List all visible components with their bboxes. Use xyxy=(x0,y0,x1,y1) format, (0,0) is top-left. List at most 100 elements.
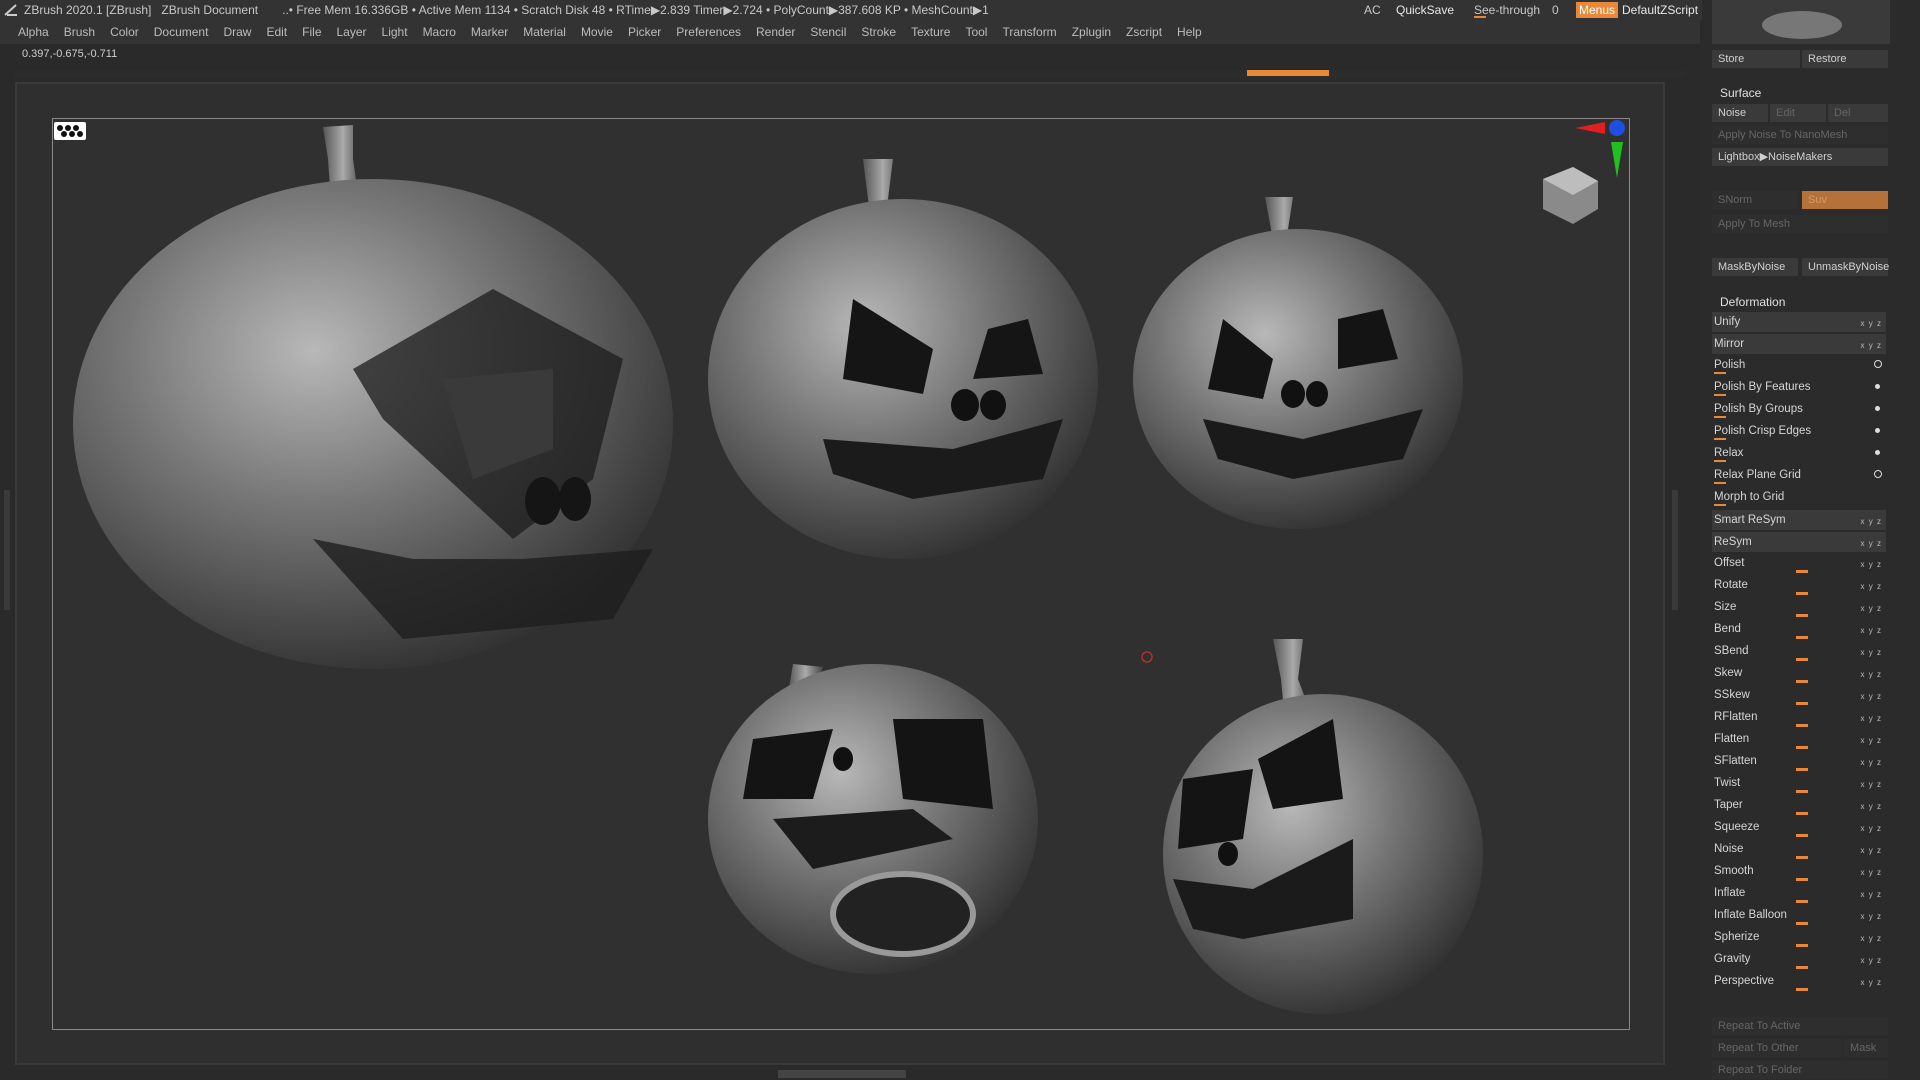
menu-help[interactable]: Help xyxy=(1177,25,1202,39)
repeat-to-other-button[interactable]: Repeat To Other xyxy=(1712,1039,1842,1057)
noise-button[interactable]: Noise xyxy=(1712,104,1768,122)
menu-marker[interactable]: Marker xyxy=(471,25,508,39)
toggle-dot-icon[interactable] xyxy=(1875,384,1880,389)
pumpkin-models[interactable] xyxy=(53,119,1629,1029)
menu-movie[interactable]: Movie xyxy=(581,25,613,39)
unmask-by-noise-button[interactable]: UnmaskByNoise xyxy=(1802,258,1889,276)
deform-polish[interactable]: Polish xyxy=(1712,355,1886,375)
snorm-slider[interactable]: SNorm xyxy=(1712,191,1798,209)
repeat-to-active-button[interactable]: Repeat To Active xyxy=(1712,1017,1888,1035)
axis-icons[interactable]: x y z xyxy=(1861,775,1882,795)
menu-texture[interactable]: Texture xyxy=(911,25,950,39)
menu-stroke[interactable]: Stroke xyxy=(861,25,896,39)
apply-to-mesh-button[interactable]: Apply To Mesh xyxy=(1712,215,1888,233)
bottom-tray-handle[interactable] xyxy=(778,1070,906,1078)
menu-draw[interactable]: Draw xyxy=(223,25,251,39)
deform-taper[interactable]: Taper x y z xyxy=(1712,795,1886,815)
menu-tool[interactable]: Tool xyxy=(965,25,987,39)
deform-mirror[interactable]: Mirror x y z xyxy=(1712,334,1886,354)
deform-gravity[interactable]: Gravity x y z xyxy=(1712,949,1886,969)
axis-gizmo-icon[interactable] xyxy=(1575,118,1625,178)
deform-inflate[interactable]: Inflate x y z xyxy=(1712,883,1886,903)
axis-icons[interactable]: x y z xyxy=(1861,907,1882,927)
shelf-tab-indicator[interactable] xyxy=(1247,70,1329,76)
axis-icons[interactable]: x y z xyxy=(1861,314,1882,334)
suv-button[interactable]: Suv xyxy=(1802,191,1888,209)
deform-inflate-balloon[interactable]: Inflate Balloon x y z xyxy=(1712,905,1886,925)
deform-unify[interactable]: Unify x y z xyxy=(1712,312,1886,332)
axis-icons[interactable]: x y z xyxy=(1861,731,1882,751)
axis-icons[interactable]: x y z xyxy=(1861,687,1882,707)
deform-polish-crisp-edges[interactable]: Polish Crisp Edges xyxy=(1712,421,1886,441)
deform-smart-resym[interactable]: Smart ReSym x y z xyxy=(1712,510,1886,530)
deform-offset[interactable]: Offset x y z xyxy=(1712,553,1886,573)
deform-relax[interactable]: Relax xyxy=(1712,443,1886,463)
axis-icons[interactable]: x y z xyxy=(1861,643,1882,663)
surface-section-title[interactable]: Surface xyxy=(1720,86,1761,100)
axis-icons[interactable]: x y z xyxy=(1861,951,1882,971)
deformation-section-title[interactable]: Deformation xyxy=(1720,295,1785,309)
repeat-to-folder-button[interactable]: Repeat To Folder xyxy=(1712,1061,1888,1079)
toggle-dot-icon[interactable] xyxy=(1875,428,1880,433)
menu-color[interactable]: Color xyxy=(110,25,139,39)
menu-zplugin[interactable]: Zplugin xyxy=(1072,25,1111,39)
menu-document[interactable]: Document xyxy=(154,25,209,39)
right-tray-handle[interactable] xyxy=(1672,490,1678,610)
axis-icons[interactable]: x y z xyxy=(1861,512,1882,532)
axis-icons[interactable]: x y z xyxy=(1861,336,1882,356)
menu-render[interactable]: Render xyxy=(756,25,795,39)
deform-morph-to-grid[interactable]: Morph to Grid xyxy=(1712,487,1886,507)
pumpkin-side[interactable] xyxy=(1163,639,1483,1014)
deform-size[interactable]: Size x y z xyxy=(1712,597,1886,617)
menu-stencil[interactable]: Stencil xyxy=(810,25,846,39)
toggle-circle-icon[interactable] xyxy=(1874,470,1882,478)
mask-by-noise-button[interactable]: MaskByNoise xyxy=(1712,258,1798,276)
deform-rotate[interactable]: Rotate x y z xyxy=(1712,575,1886,595)
toggle-dot-icon[interactable] xyxy=(1875,450,1880,455)
axis-icons[interactable]: x y z xyxy=(1861,665,1882,685)
axis-icons[interactable]: x y z xyxy=(1861,621,1882,641)
menu-material[interactable]: Material xyxy=(523,25,566,39)
deform-noise[interactable]: Noise x y z xyxy=(1712,839,1886,859)
dots-icon[interactable] xyxy=(54,122,86,140)
menus-toggle[interactable]: Menus xyxy=(1576,2,1619,18)
menu-alpha[interactable]: Alpha xyxy=(18,25,49,39)
axis-icons[interactable]: x y z xyxy=(1861,577,1882,597)
menu-transform[interactable]: Transform xyxy=(1002,25,1056,39)
deform-perspective[interactable]: Perspective x y z xyxy=(1712,971,1886,991)
pumpkin-medium[interactable] xyxy=(708,159,1098,559)
quicksave-button[interactable]: QuickSave xyxy=(1396,0,1454,20)
restore-button[interactable]: Restore xyxy=(1802,50,1888,68)
lightbox-noisemakers-button[interactable]: Lightbox▶NoiseMakers xyxy=(1712,148,1888,166)
pumpkin-small-right[interactable] xyxy=(1133,197,1463,529)
deform-twist[interactable]: Twist x y z xyxy=(1712,773,1886,793)
deform-spherize[interactable]: Spherize x y z xyxy=(1712,927,1886,947)
menu-edit[interactable]: Edit xyxy=(266,25,287,39)
menu-picker[interactable]: Picker xyxy=(628,25,661,39)
axis-icons[interactable]: x y z xyxy=(1861,555,1882,575)
document-canvas[interactable] xyxy=(52,118,1630,1030)
axis-icons[interactable]: x y z xyxy=(1861,709,1882,729)
deform-sflatten[interactable]: SFlatten x y z xyxy=(1712,751,1886,771)
deform-smooth[interactable]: Smooth x y z xyxy=(1712,861,1886,881)
default-zscript-button[interactable]: DefaultZScript xyxy=(1622,0,1698,20)
store-button[interactable]: Store xyxy=(1712,50,1800,68)
left-tray-handle[interactable] xyxy=(4,490,10,610)
menu-layer[interactable]: Layer xyxy=(337,25,367,39)
deform-rflatten[interactable]: RFlatten x y z xyxy=(1712,707,1886,727)
axis-icons[interactable]: x y z xyxy=(1861,885,1882,905)
axis-icons[interactable]: x y z xyxy=(1861,973,1882,993)
deform-sskew[interactable]: SSkew x y z xyxy=(1712,685,1886,705)
menu-brush[interactable]: Brush xyxy=(64,25,95,39)
pumpkin-tilted[interactable] xyxy=(708,664,1038,974)
deform-squeeze[interactable]: Squeeze x y z xyxy=(1712,817,1886,837)
see-through-slider[interactable]: See-through 0 xyxy=(1474,0,1559,20)
deform-polish-by-groups[interactable]: Polish By Groups xyxy=(1712,399,1886,419)
menu-file[interactable]: File xyxy=(302,25,321,39)
axis-icons[interactable]: x y z xyxy=(1861,599,1882,619)
axis-icons[interactable]: x y z xyxy=(1861,863,1882,883)
menu-light[interactable]: Light xyxy=(382,25,408,39)
menu-macro[interactable]: Macro xyxy=(423,25,456,39)
deform-sbend[interactable]: SBend x y z xyxy=(1712,641,1886,661)
deform-polish-by-features[interactable]: Polish By Features xyxy=(1712,377,1886,397)
